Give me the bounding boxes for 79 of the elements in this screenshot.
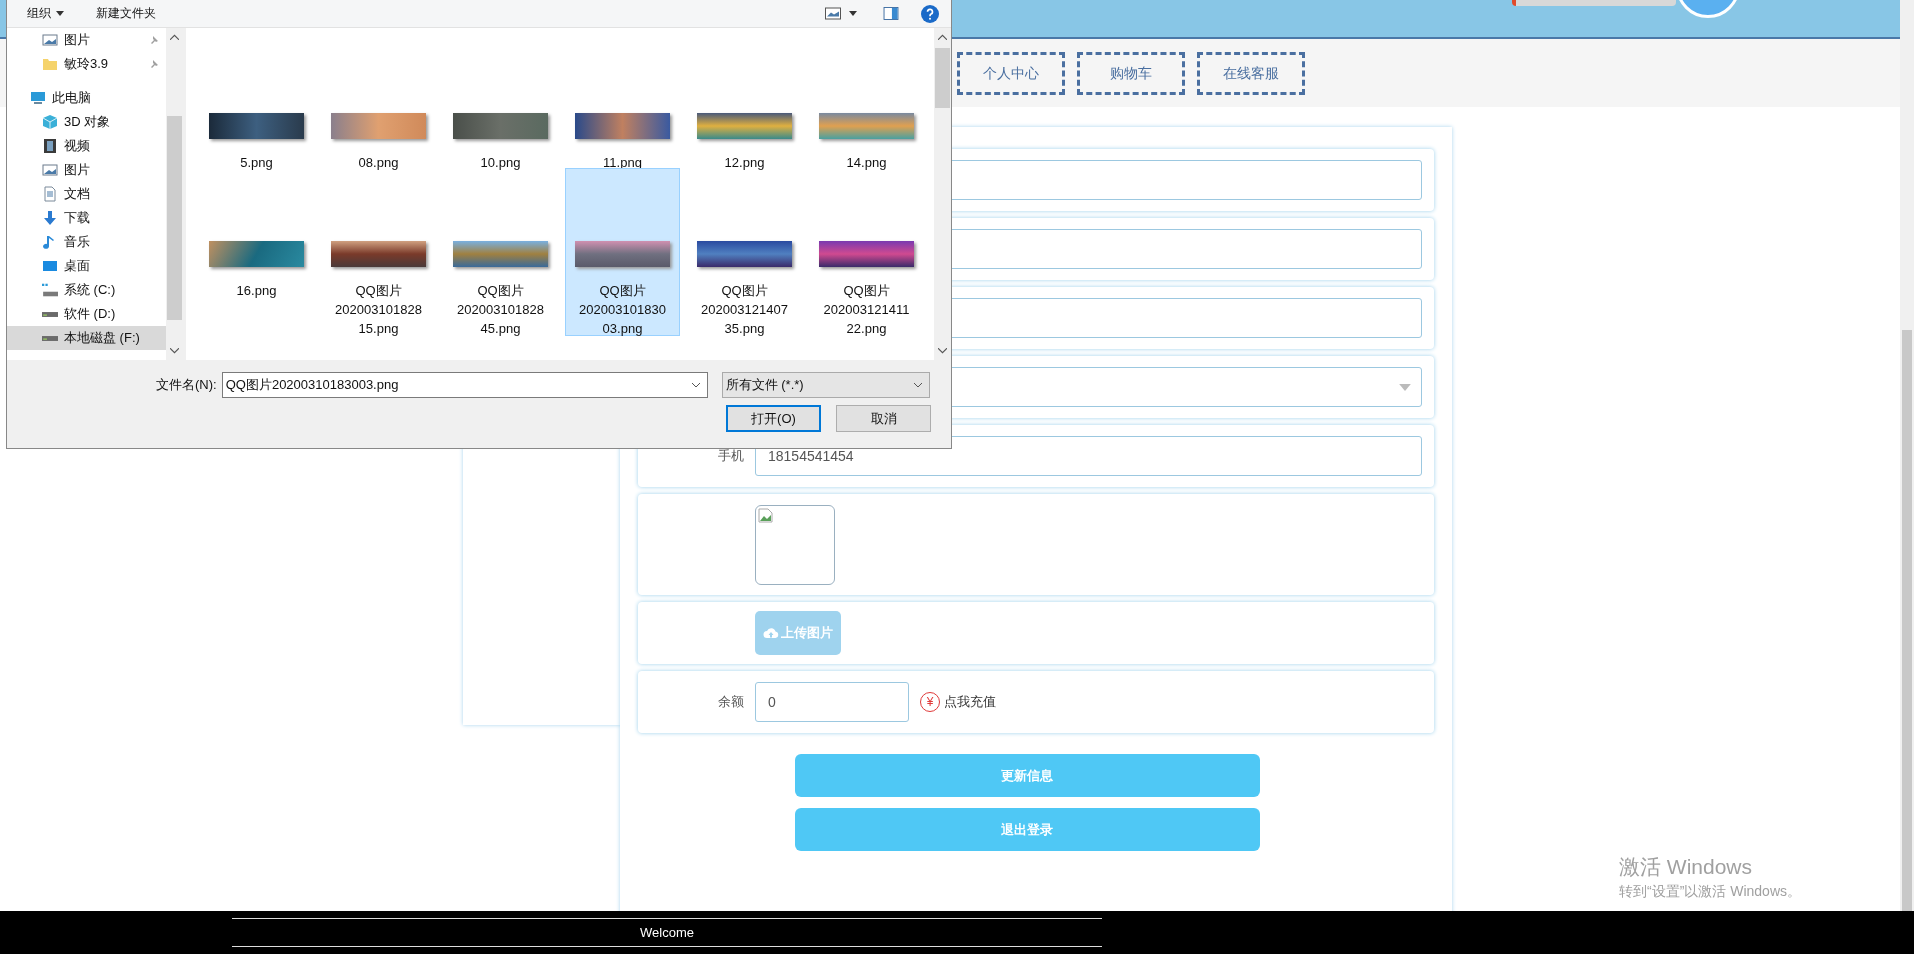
file-name: 45.png [480, 320, 521, 338]
nav-pane-item[interactable]: 敏玲3.9 [7, 52, 166, 76]
recharge-link[interactable]: 点我充值 [944, 693, 996, 711]
file-name: 202003101830 [579, 301, 666, 319]
open-button[interactable]: 打开(O) [726, 405, 821, 432]
file-name: QQ图片 [355, 282, 402, 300]
nav-pane-item[interactable]: 系统 (C:) [7, 278, 166, 302]
drive-icon [42, 335, 58, 341]
cancel-button[interactable]: 取消 [836, 405, 931, 432]
nav-pane-item[interactable]: 视频 [7, 134, 166, 158]
nav-pane-item[interactable]: 此电脑 [7, 86, 166, 110]
help-icon[interactable] [921, 4, 939, 23]
scroll-up-icon[interactable] [170, 34, 179, 40]
file-name: 202003101828 [335, 301, 422, 319]
file-name: 202003121411 [823, 301, 910, 319]
caret-icon [1399, 383, 1411, 391]
view-icon[interactable] [825, 7, 841, 20]
preview-pane-icon[interactable] [883, 7, 899, 20]
organize-button[interactable]: 组织 [21, 4, 70, 23]
nav-pane-item[interactable]: 音乐 [7, 230, 166, 254]
scrollbar[interactable] [934, 28, 951, 360]
scroll-down-icon[interactable] [170, 348, 179, 354]
drive-icon [42, 311, 58, 317]
nav-button[interactable]: 在线客服 [1197, 52, 1305, 95]
nav-pane-item[interactable]: 下载 [7, 206, 166, 230]
cube-icon [42, 114, 58, 130]
download-arrow-icon [42, 210, 58, 226]
system-drive-icon [42, 282, 58, 298]
input-field[interactable]: 0 [755, 682, 909, 722]
nav-pane-item[interactable]: 图片 [7, 28, 166, 52]
scrollbar[interactable] [166, 28, 183, 360]
document-icon [42, 186, 58, 202]
activation-hint: 转到“设置”以激活 Windows。 [1619, 883, 1801, 901]
nav-pane-item[interactable]: 图片 [7, 158, 166, 182]
nav-pane-item[interactable]: 本地磁盘 (F:) [7, 326, 166, 350]
file-name: QQ图片 [599, 282, 646, 300]
new-folder-button[interactable]: 新建文件夹 [90, 4, 162, 23]
file-name-label: 文件名(N): [156, 376, 217, 394]
footer-text: Welcome [232, 918, 1102, 947]
file-name: QQ图片 [721, 282, 768, 300]
file-name: QQ图片 [843, 282, 890, 300]
file-name: 16.png [236, 282, 277, 300]
scrollbar-thumb[interactable] [1902, 330, 1912, 911]
nav-pane-item[interactable]: 文档 [7, 182, 166, 206]
broken-image-icon [758, 507, 774, 524]
pictures-icon [42, 162, 58, 178]
pictures-icon [42, 32, 58, 48]
file-name: 03.png [602, 320, 643, 338]
nav-button[interactable]: 个人中心 [957, 52, 1065, 95]
caret-icon[interactable] [849, 11, 857, 16]
scrollbar-thumb[interactable] [167, 116, 182, 320]
film-icon [42, 138, 58, 154]
computer-icon [30, 90, 46, 106]
activation-title: 激活 Windows [1619, 854, 1754, 880]
desktop-icon [42, 258, 58, 274]
field-label: 余额 [718, 694, 744, 709]
file-name: QQ图片 [477, 282, 524, 300]
chevron-down-icon [912, 382, 923, 388]
scroll-up-icon[interactable] [938, 34, 947, 40]
file-name: 15.png [358, 320, 399, 338]
file-name: 35.png [724, 320, 765, 338]
file-name-field[interactable]: QQ图片20200310183003.png [221, 372, 708, 398]
field-label: 手机 [718, 448, 744, 463]
nav-pane-item[interactable]: 软件 (D:) [7, 302, 166, 326]
nav-pane-item[interactable]: 桌面 [7, 254, 166, 278]
caret-icon [56, 11, 64, 16]
scroll-down-icon[interactable] [938, 348, 947, 354]
chevron-down-icon [690, 382, 701, 388]
page-scrollbar[interactable] [1900, 0, 1914, 911]
file-type-dropdown[interactable]: 所有文件 (*.*) [721, 372, 930, 398]
file-name: 202003121407 [701, 301, 788, 319]
nav-button[interactable]: 购物车 [1077, 52, 1185, 95]
cloud-upload-icon [763, 627, 779, 639]
file-item[interactable]: QQ图片 202003101830 03.png [565, 168, 680, 336]
folder-icon [42, 56, 58, 72]
scrollbar-thumb[interactable] [935, 48, 950, 108]
file-name: 22.png [846, 320, 887, 338]
file-name: 202003101828 [457, 301, 544, 319]
nav-pane-item[interactable]: 3D 对象 [7, 110, 166, 134]
